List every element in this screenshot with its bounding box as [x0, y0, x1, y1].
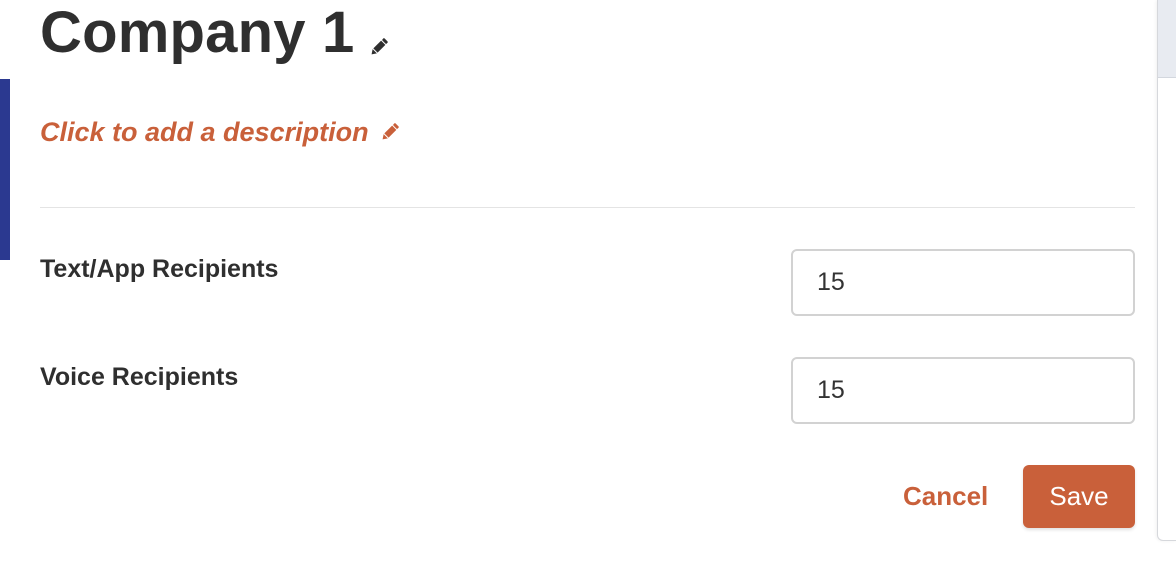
description-placeholder[interactable]: Click to add a description: [40, 114, 369, 150]
page: Company 1 Click to add a description Tex…: [0, 0, 1176, 576]
cancel-button[interactable]: Cancel: [895, 476, 996, 516]
voice-recipients-label: Voice Recipients: [40, 363, 239, 391]
save-button[interactable]: Save: [1023, 465, 1135, 528]
section-divider: [40, 207, 1135, 208]
text-app-recipients-label: Text/App Recipients: [40, 255, 279, 283]
side-panel-header: [1158, 0, 1176, 78]
side-panel-edge: [1157, 0, 1176, 541]
edit-description-pencil-icon[interactable]: [379, 121, 401, 143]
page-title[interactable]: Company 1: [40, 0, 354, 68]
voice-recipients-input[interactable]: [791, 357, 1135, 424]
edit-title-pencil-icon[interactable]: [368, 36, 390, 58]
left-accent-bar: [0, 79, 10, 260]
title-row: Company 1: [40, 0, 390, 68]
description-row[interactable]: Click to add a description: [40, 114, 401, 150]
text-app-recipients-input[interactable]: [791, 249, 1135, 316]
